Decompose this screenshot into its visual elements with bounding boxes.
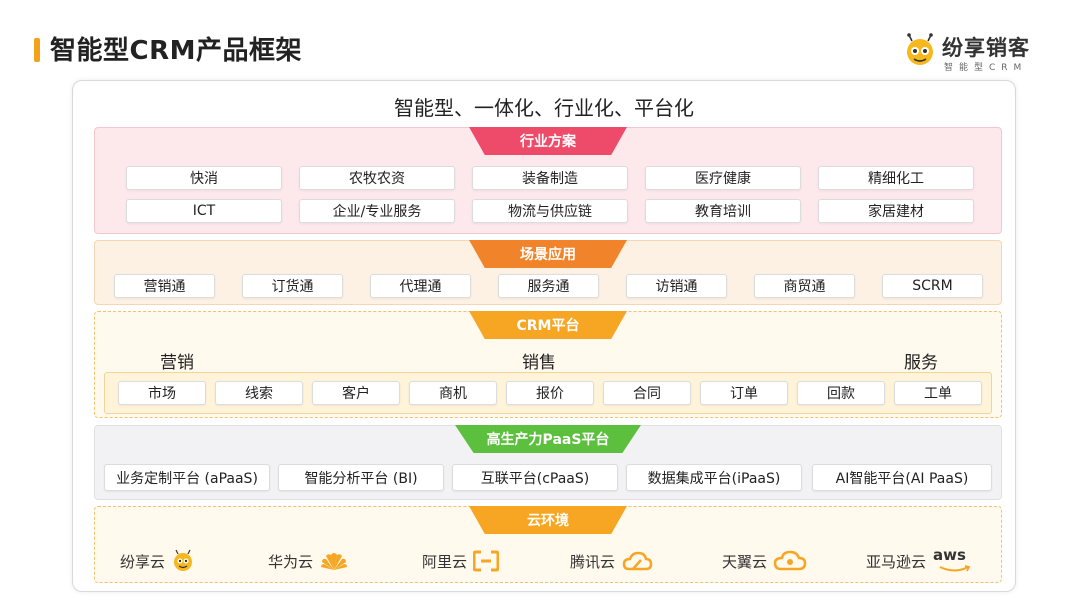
brand-logo: 纷享销客 智能型CRM <box>902 30 1052 74</box>
crm-chip: 订单 <box>700 381 788 405</box>
scene-chip: 订货通 <box>242 274 343 298</box>
cloud-provider-fxiaoke: 纷享云 <box>120 546 195 576</box>
scene-chip: 营销通 <box>114 274 215 298</box>
cloud-name: 腾讯云 <box>570 552 616 571</box>
main-heading: 智能型、一体化、行业化、平台化 <box>394 96 694 120</box>
industry-chip: 快消 <box>126 166 282 190</box>
paas-chip: 数据集成平台(iPaaS) <box>626 464 802 491</box>
bee-logo-icon <box>907 33 933 65</box>
crm-chip: 工单 <box>894 381 982 405</box>
tianyi-cloud-icon <box>773 550 807 571</box>
crm-group-marketing: 营销 <box>160 353 194 373</box>
cloud-provider-aliyun: 阿里云 <box>422 546 500 576</box>
cloud-provider-huawei: 华为云 <box>268 546 349 576</box>
crm-chip: 合同 <box>603 381 691 405</box>
cloud-name: 纷享云 <box>120 552 166 571</box>
industry-chip: 精细化工 <box>818 166 974 190</box>
scene-section-label: 场景应用 <box>469 240 627 268</box>
scene-chip: 代理通 <box>370 274 471 298</box>
cloud-provider-tencent: 腾讯云 <box>570 546 653 576</box>
bee-icon <box>174 549 193 571</box>
cloud-name: 亚马逊云 <box>866 552 927 571</box>
tencent-cloud-icon <box>622 551 653 571</box>
paas-chip: 业务定制平台 (aPaaS) <box>104 464 270 491</box>
crm-chip: 市场 <box>118 381 206 405</box>
paas-chip: 互联平台(cPaaS) <box>452 464 618 491</box>
title-accent-bar <box>34 38 40 62</box>
scene-chip: 服务通 <box>498 274 599 298</box>
cloud-name: 阿里云 <box>422 552 468 571</box>
cloud-section-label: 云环境 <box>469 506 627 534</box>
crm-group-service: 服务 <box>904 353 938 373</box>
crm-chip: 报价 <box>506 381 594 405</box>
paas-chip: 智能分析平台 (BI) <box>278 464 444 491</box>
industry-chip: 医疗健康 <box>645 166 801 190</box>
crm-chip: 商机 <box>409 381 497 405</box>
crm-section-label: CRM平台 <box>469 311 627 339</box>
logo-name: 纷享销客 <box>942 36 1030 60</box>
page-title: 智能型CRM产品框架 <box>50 36 302 66</box>
industry-chip: 农牧农资 <box>299 166 455 190</box>
scene-chip: 访销通 <box>626 274 727 298</box>
industry-chip: 物流与供应链 <box>472 199 628 223</box>
cloud-name: 华为云 <box>268 552 314 571</box>
aliyun-icon <box>473 550 500 572</box>
paas-chip: AI智能平台(AI PaaS) <box>812 464 992 491</box>
paas-section-label: 高生产力PaaS平台 <box>455 425 641 453</box>
aws-logo-icon: aws <box>932 546 971 574</box>
industry-chip: 装备制造 <box>472 166 628 190</box>
industry-chip: 家居建材 <box>818 199 974 223</box>
industry-chip: 教育培训 <box>645 199 801 223</box>
industry-chip: 企业/专业服务 <box>299 199 455 223</box>
industry-section-label: 行业方案 <box>469 127 627 155</box>
huawei-petals-icon <box>321 553 348 570</box>
logo-subtitle: 智能型CRM <box>944 63 1028 73</box>
crm-chip: 线索 <box>215 381 303 405</box>
scene-chip: SCRM <box>882 274 983 298</box>
scene-chip: 商贸通 <box>754 274 855 298</box>
crm-chip: 回款 <box>797 381 885 405</box>
crm-chip: 客户 <box>312 381 400 405</box>
cloud-name: 天翼云 <box>722 552 768 571</box>
cloud-provider-aws: 亚马逊云 aws <box>866 546 971 576</box>
industry-chip: ICT <box>126 199 282 223</box>
cloud-provider-tianyi: 天翼云 <box>722 546 807 576</box>
crm-group-sales: 销售 <box>522 353 556 373</box>
